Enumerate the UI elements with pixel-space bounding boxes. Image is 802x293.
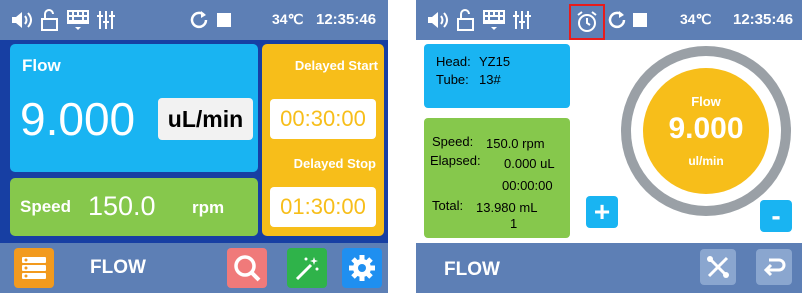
flow-value[interactable]: 9.000 bbox=[20, 92, 135, 146]
bottom-bar: FLOW bbox=[416, 243, 802, 293]
total-label: Total: bbox=[432, 198, 464, 213]
mode-label: FLOW bbox=[90, 257, 146, 278]
alarm-clock-icon[interactable] bbox=[569, 4, 605, 40]
delayed-stop-label: Delayed Stop bbox=[293, 156, 376, 171]
dial-unit: ul/min bbox=[688, 154, 724, 168]
speed-label: Speed bbox=[20, 197, 72, 216]
total-count: 1 bbox=[510, 216, 518, 231]
decrease-button[interactable]: - bbox=[760, 200, 792, 232]
elapsed-label: Elapsed: bbox=[430, 153, 481, 168]
tube-label: Tube: bbox=[436, 72, 469, 87]
flow-dial-center[interactable]: Flow 9.000 ul/min bbox=[643, 68, 769, 194]
increase-button[interactable]: + bbox=[586, 196, 618, 228]
speed-value[interactable]: 150.0 bbox=[88, 191, 156, 222]
wizard-button[interactable] bbox=[287, 248, 327, 288]
delayed-stop-time[interactable]: 01:30:00 bbox=[270, 187, 376, 227]
elapsed-time: 00:00:00 bbox=[502, 178, 553, 193]
temperature-readout: 34℃ bbox=[272, 11, 304, 27]
tools-button[interactable] bbox=[700, 249, 736, 285]
equalizer-icon[interactable] bbox=[512, 10, 532, 30]
temperature-readout: 34℃ bbox=[680, 11, 712, 27]
speaker-icon[interactable] bbox=[10, 10, 34, 30]
settings-button[interactable] bbox=[342, 248, 382, 288]
speaker-icon[interactable] bbox=[426, 10, 450, 30]
return-button[interactable] bbox=[756, 249, 792, 285]
main-screen: 34℃ 12:35:46 Flow 9.000 uL/min Speed 150… bbox=[0, 0, 388, 293]
refresh-icon[interactable] bbox=[188, 9, 210, 31]
head-label: Head: bbox=[436, 54, 471, 69]
speed-panel[interactable]: Speed 150.0 rpm bbox=[10, 178, 258, 236]
clock-readout: 12:35:46 bbox=[733, 11, 794, 28]
pump-info-panel[interactable]: Head: YZ15 Tube: 13# bbox=[424, 44, 570, 108]
speed-value: 150.0 rpm bbox=[486, 136, 545, 151]
total-value: 13.980 mL bbox=[476, 200, 538, 215]
dial-label: Flow bbox=[691, 94, 721, 109]
mode-label: FLOW bbox=[444, 259, 500, 280]
unlock-icon[interactable] bbox=[456, 9, 476, 31]
magic-wand-icon bbox=[292, 253, 322, 283]
elapsed-value: 0.000 uL bbox=[504, 156, 555, 171]
flow-dial: Flow 9.000 ul/min bbox=[621, 46, 791, 216]
flow-panel[interactable]: Flow 9.000 uL/min bbox=[10, 44, 258, 172]
tube-value: 13# bbox=[479, 72, 501, 87]
bottom-bar: FLOW bbox=[0, 243, 388, 293]
keyboard-icon[interactable] bbox=[66, 8, 90, 32]
refresh-icon[interactable] bbox=[606, 9, 628, 31]
flow-unit-button[interactable]: uL/min bbox=[158, 98, 253, 140]
delay-panel: Delayed Start 00:30:00 Delayed Stop 01:3… bbox=[262, 44, 384, 236]
menu-list-button[interactable] bbox=[14, 248, 54, 288]
search-icon bbox=[232, 253, 262, 283]
delayed-start-label: Delayed Start bbox=[294, 58, 378, 73]
status-bar: 34℃ 12:35:46 bbox=[0, 0, 388, 40]
return-icon bbox=[761, 254, 787, 280]
stop-icon[interactable] bbox=[632, 12, 648, 28]
speed-unit: rpm bbox=[192, 198, 225, 217]
equalizer-icon[interactable] bbox=[96, 10, 116, 30]
keyboard-icon[interactable] bbox=[482, 8, 506, 32]
tools-icon bbox=[705, 254, 731, 280]
unlock-icon[interactable] bbox=[40, 9, 60, 31]
delayed-start-time[interactable]: 00:30:00 bbox=[270, 99, 376, 139]
running-screen: 34℃ 12:35:46 Head: YZ15 Tube: 13# Speed:… bbox=[416, 0, 802, 293]
search-button[interactable] bbox=[227, 248, 267, 288]
head-value: YZ15 bbox=[479, 54, 511, 69]
stop-icon[interactable] bbox=[216, 12, 232, 28]
dial-value: 9.000 bbox=[668, 112, 744, 145]
gear-icon bbox=[347, 253, 377, 283]
speed-label: Speed: bbox=[432, 134, 474, 149]
status-bar: 34℃ 12:35:46 bbox=[416, 0, 802, 40]
run-stats-panel: Speed: 150.0 rpm Elapsed: 0.000 uL 00:00… bbox=[424, 118, 570, 238]
clock-readout: 12:35:46 bbox=[316, 11, 377, 28]
flow-label: Flow bbox=[22, 56, 61, 75]
menu-list-icon bbox=[20, 254, 48, 282]
